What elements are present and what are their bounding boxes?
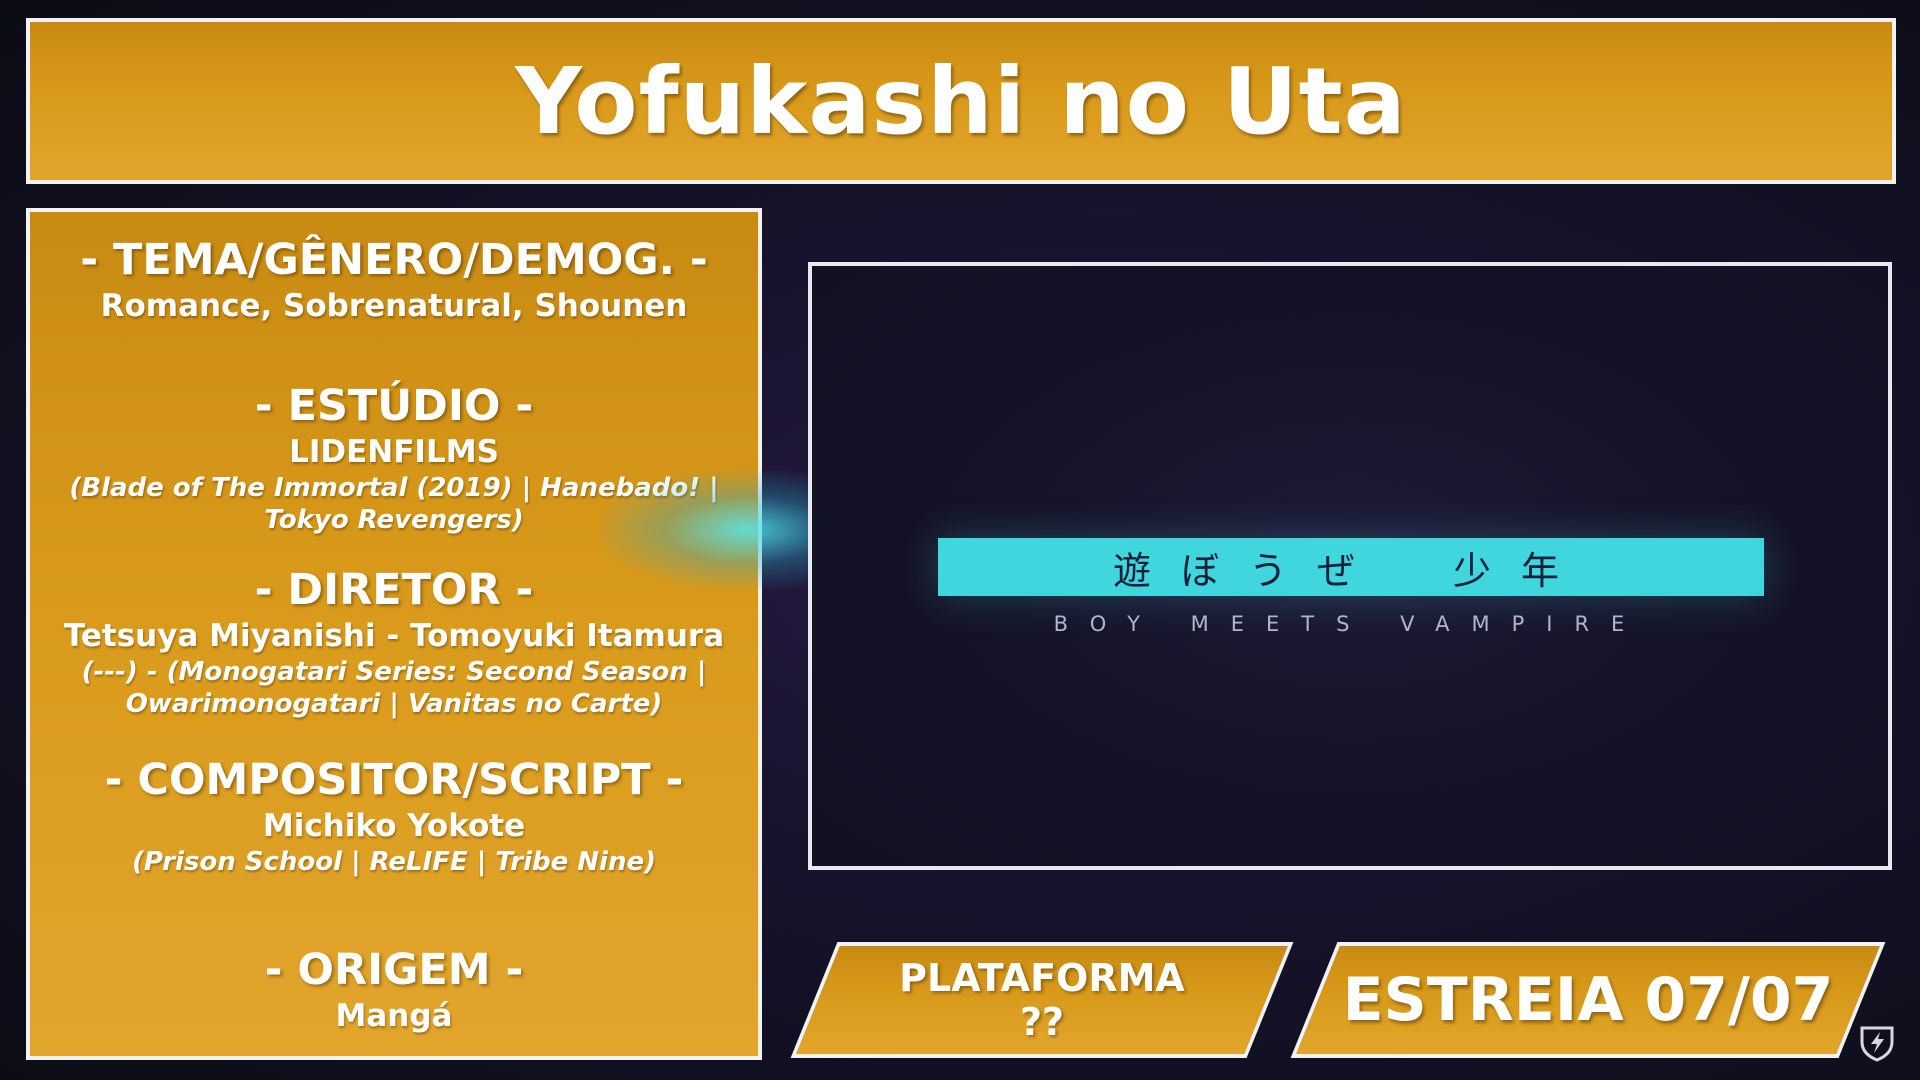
platform-value: ?? xyxy=(1019,1000,1065,1044)
estudio-note: (Blade of The Immortal (2019) | Hanebado… xyxy=(69,473,719,535)
title-banner: Yofukashi no Uta xyxy=(26,18,1896,184)
tema-heading: - TEMA/GÊNERO/DEMOG. - xyxy=(80,235,708,285)
section-diretor: - DIRETOR - Tetsuya Miyanishi - Tomoyuki… xyxy=(30,564,758,720)
origem-value: Mangá xyxy=(335,998,453,1034)
section-estudio: - ESTÚDIO - LIDENFILMS (Blade of The Imm… xyxy=(30,380,758,536)
diretor-note: (---) - (Monogatari Series: Second Seaso… xyxy=(81,657,707,719)
platform-label: PLATAFORMA xyxy=(899,956,1185,1000)
diretor-value: Tetsuya Miyanishi - Tomoyuki Itamura xyxy=(63,618,725,654)
section-tema: - TEMA/GÊNERO/DEMOG. - Romance, Sobrenat… xyxy=(30,234,758,326)
platform-tag: PLATAFORMA ?? xyxy=(790,942,1294,1058)
video-title-bar: 遊ぼうぜ 少年 xyxy=(938,538,1764,596)
estudio-heading: - ESTÚDIO - xyxy=(254,381,534,431)
release-label: ESTREIA 07/07 xyxy=(1342,965,1834,1035)
page-title: Yofukashi no Uta xyxy=(515,47,1407,155)
compositor-note: (Prison School | ReLIFE | Tribe Nine) xyxy=(132,847,656,877)
origem-heading: - ORIGEM - xyxy=(264,945,524,995)
section-compositor: - COMPOSITOR/SCRIPT - Michiko Yokote (Pr… xyxy=(30,754,758,878)
diretor-heading: - DIRETOR - xyxy=(254,565,534,615)
video-title-text: 遊ぼうぜ 少年 xyxy=(1112,548,1589,593)
estudio-value: LIDENFILMS xyxy=(289,434,499,470)
info-panel: - TEMA/GÊNERO/DEMOG. - Romance, Sobrenat… xyxy=(26,208,762,1060)
video-frame[interactable]: 遊ぼうぜ 少年 BOY MEETS VAMPIRE xyxy=(808,262,1892,870)
release-tag: ESTREIA 07/07 xyxy=(1290,942,1886,1058)
video-subtitle: BOY MEETS VAMPIRE xyxy=(1053,612,1647,636)
compositor-value: Michiko Yokote xyxy=(262,808,526,844)
compositor-heading: - COMPOSITOR/SCRIPT - xyxy=(104,755,684,805)
shield-bolt-icon xyxy=(1860,1026,1894,1062)
section-origem: - ORIGEM - Mangá xyxy=(30,944,758,1036)
tema-value: Romance, Sobrenatural, Shounen xyxy=(100,288,688,324)
